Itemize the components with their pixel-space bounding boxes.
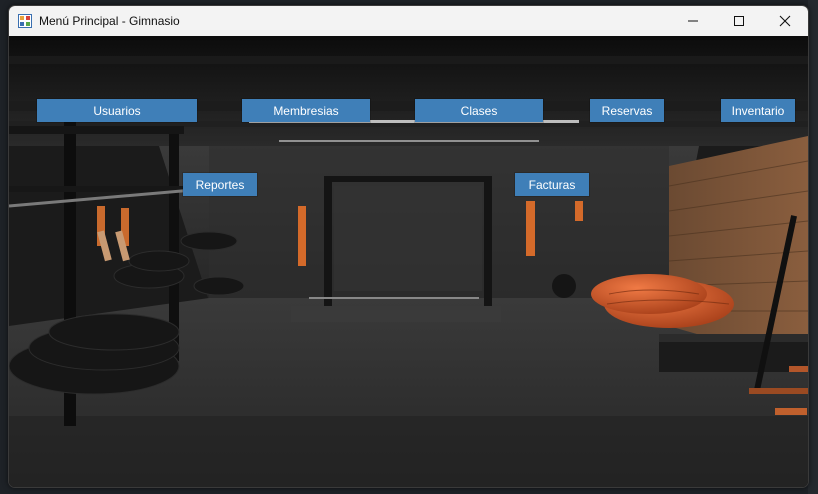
window-controls bbox=[670, 6, 808, 36]
desktop-background bbox=[808, 0, 818, 494]
window-title: Menú Principal - Gimnasio bbox=[39, 14, 180, 28]
title-bar[interactable]: Menú Principal - Gimnasio bbox=[9, 6, 808, 36]
clases-button[interactable]: Clases bbox=[415, 99, 543, 122]
app-icon bbox=[18, 14, 32, 28]
maximize-icon bbox=[734, 16, 744, 26]
inventario-button[interactable]: Inventario bbox=[721, 99, 795, 122]
client-area: Usuarios Membresias Clases Reservas Inve… bbox=[9, 36, 808, 487]
main-menu-window: Menú Principal - Gimnasio Usuarios Membr… bbox=[8, 5, 809, 488]
usuarios-button[interactable]: Usuarios bbox=[37, 99, 197, 122]
membresias-button[interactable]: Membresias bbox=[242, 99, 370, 122]
reportes-button[interactable]: Reportes bbox=[183, 173, 257, 196]
maximize-button[interactable] bbox=[716, 6, 762, 36]
minimize-icon bbox=[688, 20, 698, 22]
close-button[interactable] bbox=[762, 6, 808, 36]
close-icon bbox=[779, 15, 791, 27]
minimize-button[interactable] bbox=[670, 6, 716, 36]
reservas-button[interactable]: Reservas bbox=[590, 99, 664, 122]
facturas-button[interactable]: Facturas bbox=[515, 173, 589, 196]
